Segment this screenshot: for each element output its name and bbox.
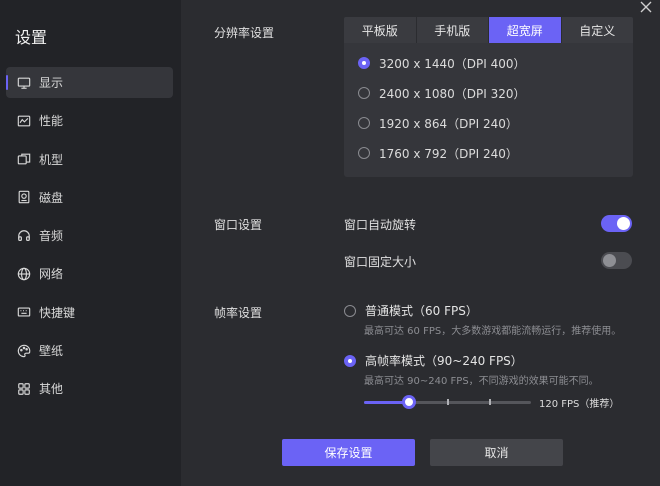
performance-icon <box>16 113 32 129</box>
resolution-option-2[interactable]: 2400 x 1080（DPI 320） <box>358 85 526 101</box>
sidebar-item-wallpaper[interactable]: 壁纸 <box>6 335 173 366</box>
radio-button[interactable] <box>358 147 370 159</box>
resolution-option-1[interactable]: 3200 x 1440（DPI 400） <box>358 55 526 71</box>
sidebar-item-display[interactable]: 显示 <box>6 67 173 98</box>
fps-slider[interactable] <box>364 395 531 409</box>
save-button[interactable]: 保存设置 <box>282 439 415 466</box>
sidebar-item-shortcuts[interactable]: 快捷键 <box>6 297 173 328</box>
radio-button[interactable] <box>358 57 370 69</box>
resolution-option-label: 1760 x 792（DPI 240） <box>379 146 518 161</box>
slider-tick <box>447 399 449 405</box>
resolution-option-4[interactable]: 1760 x 792（DPI 240） <box>358 145 518 161</box>
sidebar-item-label: 显示 <box>39 76 64 90</box>
sidebar-item-performance[interactable]: 性能 <box>6 105 173 136</box>
audio-icon <box>16 228 32 244</box>
auto-rotate-label: 窗口自动旋转 <box>344 218 417 232</box>
monitor-icon <box>16 75 32 91</box>
globe-icon <box>16 266 32 282</box>
cancel-button[interactable]: 取消 <box>430 439 563 466</box>
sidebar-item-device-model[interactable]: 机型 <box>6 144 173 175</box>
sidebar-item-label: 性能 <box>39 114 64 129</box>
toggle-knob <box>603 254 616 267</box>
toggle-knob <box>617 217 630 230</box>
fps-high-title: 高帧率模式（90~240 FPS） <box>365 354 523 368</box>
slider-tick <box>489 399 491 405</box>
slider-thumb[interactable] <box>402 395 416 409</box>
fps-high-option[interactable]: 高帧率模式（90~240 FPS） <box>344 352 523 369</box>
sidebar-item-network[interactable]: 网络 <box>6 258 173 289</box>
palette-icon <box>16 343 32 359</box>
disk-icon <box>16 189 32 205</box>
close-icon <box>640 1 652 13</box>
radio-button[interactable] <box>344 354 356 367</box>
sidebar-nav: 显示 性能 机型 磁盘 音频 网络 快捷键 壁纸 其他 <box>6 67 173 412</box>
fps-normal-description: 最高可达 60 FPS，大多数游戏都能流畅运行，推荐使用。 <box>364 326 622 337</box>
tab-custom[interactable]: 自定义 <box>562 17 634 43</box>
sidebar-item-label: 其他 <box>39 382 64 397</box>
sidebar-item-disk[interactable]: 磁盘 <box>6 182 173 213</box>
fps-normal-option[interactable]: 普通模式（60 FPS） <box>344 302 478 319</box>
fixed-size-label: 窗口固定大小 <box>344 255 417 269</box>
radio-button[interactable] <box>344 304 356 317</box>
tab-tablet[interactable]: 平板版 <box>344 17 417 43</box>
sidebar-item-label: 壁纸 <box>39 344 64 359</box>
sidebar-item-label: 网络 <box>39 267 64 282</box>
sidebar-item-label: 机型 <box>39 152 64 167</box>
sidebar-title: 设置 <box>15 28 48 47</box>
resolution-option-3[interactable]: 1920 x 864（DPI 240） <box>358 115 518 131</box>
resolution-option-label: 3200 x 1440（DPI 400） <box>379 56 526 71</box>
close-button[interactable] <box>640 1 654 15</box>
tab-ultrawide[interactable]: 超宽屏 <box>489 17 562 43</box>
fixed-size-toggle[interactable] <box>601 252 632 269</box>
grid-icon <box>16 381 32 397</box>
sidebar: 设置 显示 性能 机型 磁盘 音频 网络 快捷键 壁纸 其他 <box>0 0 181 486</box>
resolution-option-label: 2400 x 1080（DPI 320） <box>379 86 526 101</box>
sidebar-item-audio[interactable]: 音频 <box>6 220 173 251</box>
window-section-label: 窗口设置 <box>214 218 263 232</box>
radio-button[interactable] <box>358 117 370 129</box>
resolution-section-label: 分辨率设置 <box>214 26 275 40</box>
slider-value-label: 120 FPS（推荐） <box>539 399 620 410</box>
sidebar-item-label: 快捷键 <box>39 305 76 320</box>
resolution-options-panel: 3200 x 1440（DPI 400） 2400 x 1080（DPI 320… <box>344 43 633 177</box>
framerate-section-label: 帧率设置 <box>214 306 263 320</box>
sidebar-item-other[interactable]: 其他 <box>6 373 173 404</box>
device-model-icon <box>16 151 32 167</box>
resolution-option-label: 1920 x 864（DPI 240） <box>379 116 518 131</box>
radio-button[interactable] <box>358 87 370 99</box>
fps-normal-title: 普通模式（60 FPS） <box>365 304 478 318</box>
resolution-tabs: 平板版 手机版 超宽屏 自定义 <box>344 17 633 43</box>
fps-high-description: 最高可达 90~240 FPS，不同游戏的效果可能不同。 <box>364 376 599 387</box>
auto-rotate-toggle[interactable] <box>601 215 632 232</box>
sidebar-item-label: 音频 <box>39 229 64 244</box>
tab-phone[interactable]: 手机版 <box>417 17 489 43</box>
sidebar-item-label: 磁盘 <box>39 190 64 205</box>
keyboard-icon <box>16 304 32 320</box>
